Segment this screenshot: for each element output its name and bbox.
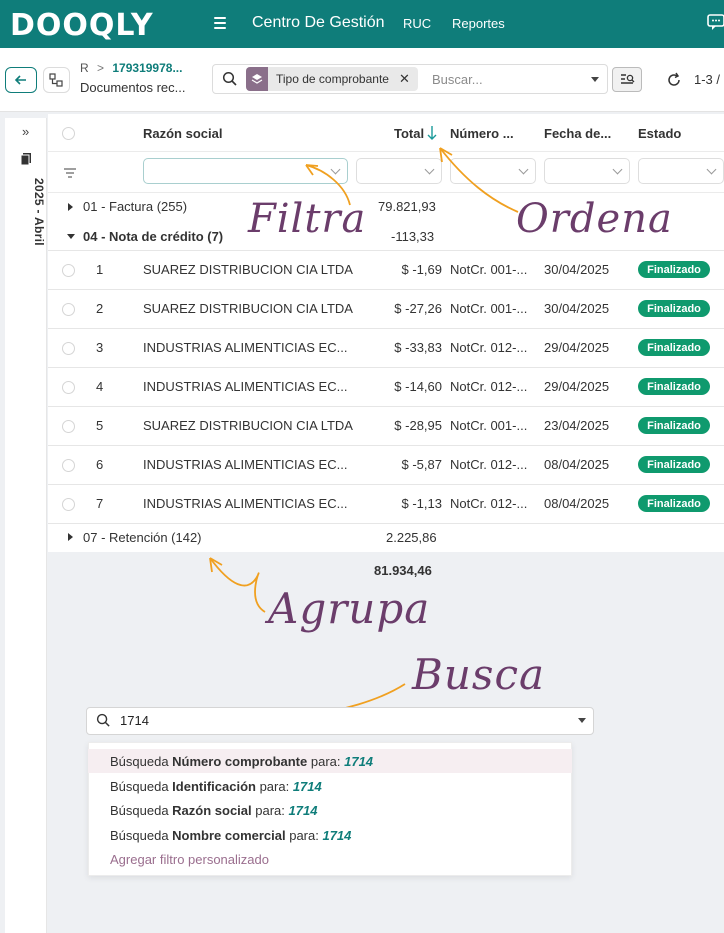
search-suggestion[interactable]: Búsqueda Identificación para: 1714: [110, 779, 322, 794]
suggestion-field: Identificación: [172, 778, 256, 794]
add-custom-filter-link[interactable]: Agregar filtro personalizado: [110, 852, 269, 867]
popup-search-input[interactable]: 1714: [120, 713, 149, 728]
search-suggestion[interactable]: Búsqueda Número comprobante para: 1714: [110, 754, 373, 769]
search-icon: [96, 713, 110, 727]
search-suggestion[interactable]: Búsqueda Razón social para: 1714: [110, 803, 317, 818]
search-suggestion[interactable]: Búsqueda Nombre comercial para: 1714: [110, 828, 351, 843]
suggestion-prefix: Búsqueda: [110, 803, 173, 818]
suggestion-mid: para:: [251, 803, 289, 818]
suggestion-prefix: Búsqueda: [110, 778, 173, 794]
suggestion-mid: para:: [285, 827, 323, 843]
suggestion-prefix: Búsqueda: [110, 754, 173, 769]
suggestion-prefix: Búsqueda: [110, 827, 173, 843]
popup-dropdown-icon[interactable]: [578, 718, 586, 723]
suggestion-mid: para:: [307, 754, 345, 769]
suggestion-value: 1714: [322, 827, 352, 843]
suggestion-value: 1714: [344, 754, 374, 769]
suggestion-field: Razón social: [172, 803, 252, 818]
suggestion-value: 1714: [288, 803, 318, 818]
suggestion-field: Nombre comercial: [172, 827, 286, 843]
suggestion-value: 1714: [292, 778, 322, 794]
suggestion-mid: para:: [255, 778, 293, 794]
suggestion-field: Número comprobante: [172, 754, 308, 769]
popup-search-bar[interactable]: [86, 707, 594, 735]
